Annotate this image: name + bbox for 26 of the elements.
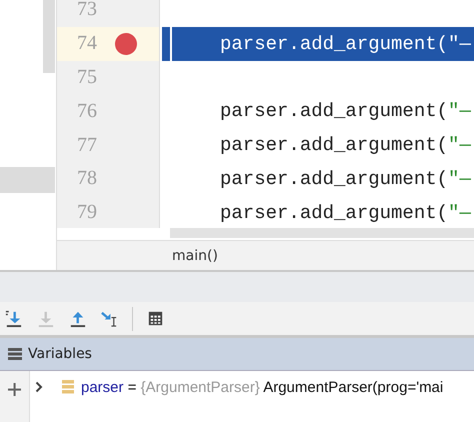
code-text: parser.add_argument(″— (220, 100, 471, 122)
step-over-icon[interactable] (4, 309, 23, 328)
line-number: 73 (77, 0, 97, 22)
panel-title: Variables (28, 346, 92, 362)
line-number: 77 (77, 134, 97, 157)
line-number: 76 (77, 100, 97, 123)
menu-icon[interactable] (8, 347, 22, 361)
calculator-icon[interactable] (146, 309, 165, 328)
line-number: 79 (77, 201, 97, 224)
add-icon[interactable] (8, 383, 21, 396)
code-text: parser.add_argument(″— (220, 168, 471, 190)
code-text: parser.add_argument(″— (220, 32, 471, 55)
step-out-icon[interactable] (68, 309, 87, 328)
scrollbar-thumb[interactable] (170, 228, 474, 238)
run-to-cursor-icon[interactable] (100, 309, 119, 328)
line-number: 74 (77, 32, 97, 56)
variable-value: parser = {ArgumentParser} ArgumentParser(prog='mai (81, 378, 444, 396)
line-number: 78 (77, 167, 97, 190)
expand-icon[interactable] (35, 381, 43, 393)
line-number: 75 (77, 66, 97, 89)
code-text: parser.add_argument(″— (220, 134, 471, 156)
breadcrumb-item[interactable]: main() (172, 248, 218, 264)
scrollbar-thumb[interactable] (43, 0, 55, 73)
breakpoint-icon[interactable] (115, 32, 137, 55)
object-icon (62, 380, 74, 394)
code-text: parser.add_argument(″— (220, 202, 471, 224)
